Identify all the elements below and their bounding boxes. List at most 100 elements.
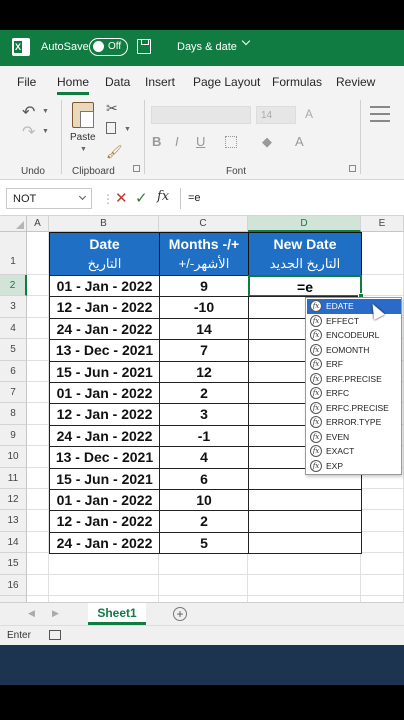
undo-chevron-icon[interactable]: ▼ [42,108,49,115]
months-cell[interactable]: -10 [159,296,249,319]
table-header-cell[interactable]: Months -/+ +/-الأشهر [159,232,249,276]
months-cell[interactable]: 12 [159,360,249,383]
formula-input[interactable]: =e [180,188,402,209]
months-cell[interactable]: 10 [159,489,249,512]
tab-data[interactable]: Data [105,75,130,89]
months-cell[interactable]: 3 [159,403,249,426]
row-header[interactable]: 11 [0,467,27,489]
sheet-prev-icon[interactable]: ◀ [28,608,35,619]
row-header[interactable]: 1 [0,232,27,275]
active-cell[interactable]: =e [248,275,362,298]
check-icon[interactable]: ✓ [135,189,148,207]
date-cell[interactable]: 13 - Dec - 2021 [49,339,160,362]
date-cell[interactable]: 01 - Jan - 2022 [49,275,160,298]
date-cell[interactable]: 24 - Jan - 2022 [49,317,160,341]
increase-font-icon[interactable]: A [305,107,313,121]
column-header-a[interactable]: A [27,216,49,232]
autocomplete-item[interactable]: fx ERF [307,357,401,372]
autocomplete-item[interactable]: fx EXACT [307,444,401,459]
paste-icon[interactable] [72,102,94,128]
align-icon[interactable] [370,106,390,122]
column-header-c[interactable]: C [159,216,248,232]
months-cell[interactable]: 2 [159,382,249,405]
undo-icon[interactable]: ↶ [22,102,35,122]
autocomplete-item[interactable]: fx ENCODEURL [307,328,401,343]
table-header-cell[interactable]: New Date التاريخ الجديد [248,232,362,276]
chevron-down-icon[interactable] [241,36,251,46]
autocomplete-item[interactable]: fx ERFC.PRECISE [307,401,401,416]
underline-icon[interactable]: U [196,134,205,149]
autocomplete-item[interactable]: fx EVEN [307,430,401,445]
date-cell[interactable]: 12 - Jan - 2022 [49,510,160,533]
months-cell[interactable]: 5 [159,531,249,555]
months-cell[interactable]: 14 [159,317,249,341]
bold-icon[interactable]: B [152,134,161,149]
name-box[interactable]: NOT [6,188,92,209]
function-autocomplete-list[interactable]: fx EDATE fx EFFECT fx ENCODEURL fx EOMONTH fx ERF… [305,297,402,475]
row-header[interactable]: 3 [0,296,27,318]
table-header-cell[interactable]: Date التاريخ [49,232,160,276]
font-name-select[interactable] [151,106,251,124]
borders-icon[interactable] [225,136,237,148]
date-cell[interactable]: 12 - Jan - 2022 [49,296,160,319]
insert-function-icon[interactable]: fx [157,189,169,204]
date-cell[interactable]: 15 - Jun - 2021 [49,360,160,383]
date-cell[interactable]: 24 - Jan - 2022 [49,424,160,448]
autocomplete-item[interactable]: fx EDATE [307,299,401,314]
italic-icon[interactable]: I [175,134,179,149]
autocomplete-item[interactable]: fx EOMONTH [307,343,401,358]
new-date-cell[interactable] [248,531,362,555]
months-cell[interactable]: 2 [159,510,249,533]
font-size-select[interactable]: 14 [256,106,296,124]
months-cell[interactable]: 9 [159,275,249,298]
cancel-icon[interactable]: ✕ [115,189,128,207]
paste-chevron-icon[interactable]: ▼ [80,146,87,153]
row-header[interactable]: 7 [0,382,27,404]
paste-label[interactable]: Paste [70,132,96,143]
row-header[interactable]: 5 [0,339,27,361]
autocomplete-item[interactable]: fx ERFC [307,386,401,401]
new-date-cell[interactable] [248,489,362,512]
autocomplete-item[interactable]: fx ERROR.TYPE [307,415,401,430]
redo-icon[interactable]: ↷ [22,122,35,142]
clipboard-launcher-icon[interactable] [133,165,140,172]
add-sheet-button[interactable]: + [173,607,187,621]
tab-insert[interactable]: Insert [145,75,175,89]
save-icon[interactable] [137,39,151,54]
autocomplete-item[interactable]: fx ERF.PRECISE [307,372,401,387]
row-header[interactable]: 16 [0,574,27,596]
autocomplete-item[interactable]: fx EXP [307,459,401,474]
months-cell[interactable]: 7 [159,339,249,362]
row-header[interactable]: 13 [0,510,27,532]
cut-icon[interactable]: ✂ [106,100,118,117]
copy-chevron-icon[interactable]: ▼ [124,126,131,133]
tab-formulas[interactable]: Formulas [272,75,322,89]
row-header[interactable]: 9 [0,424,27,447]
tab-page-layout[interactable]: Page Layout [193,75,260,89]
months-cell[interactable]: 4 [159,446,249,469]
date-cell[interactable]: 01 - Jan - 2022 [49,489,160,512]
row-header[interactable]: 14 [0,531,27,554]
macro-record-icon[interactable] [49,630,61,640]
date-cell[interactable]: 13 - Dec - 2021 [49,446,160,469]
format-painter-icon[interactable]: 🖌 [106,144,123,160]
sheet-next-icon[interactable]: ▶ [52,608,59,619]
fill-color-icon[interactable]: ◆ [262,134,272,150]
row-header[interactable]: 4 [0,317,27,340]
select-all-button[interactable] [0,216,27,232]
tab-review[interactable]: Review [336,75,375,89]
autosave-toggle[interactable]: Off [89,38,128,56]
row-header[interactable]: 8 [0,403,27,425]
font-color-icon[interactable]: A [295,134,304,149]
row-header[interactable]: 10 [0,446,27,468]
column-header-b[interactable]: B [49,216,159,232]
sheet-tab-sheet1[interactable]: Sheet1 [88,603,146,625]
date-cell[interactable]: 12 - Jan - 2022 [49,403,160,426]
autocomplete-item[interactable]: fx EFFECT [307,314,401,329]
date-cell[interactable]: 01 - Jan - 2022 [49,382,160,405]
row-header[interactable]: 2 [0,275,27,297]
date-cell[interactable]: 15 - Jun - 2021 [49,467,160,490]
months-cell[interactable]: 6 [159,467,249,490]
document-title[interactable]: Days & date [177,41,237,53]
row-header[interactable]: 15 [0,553,27,575]
